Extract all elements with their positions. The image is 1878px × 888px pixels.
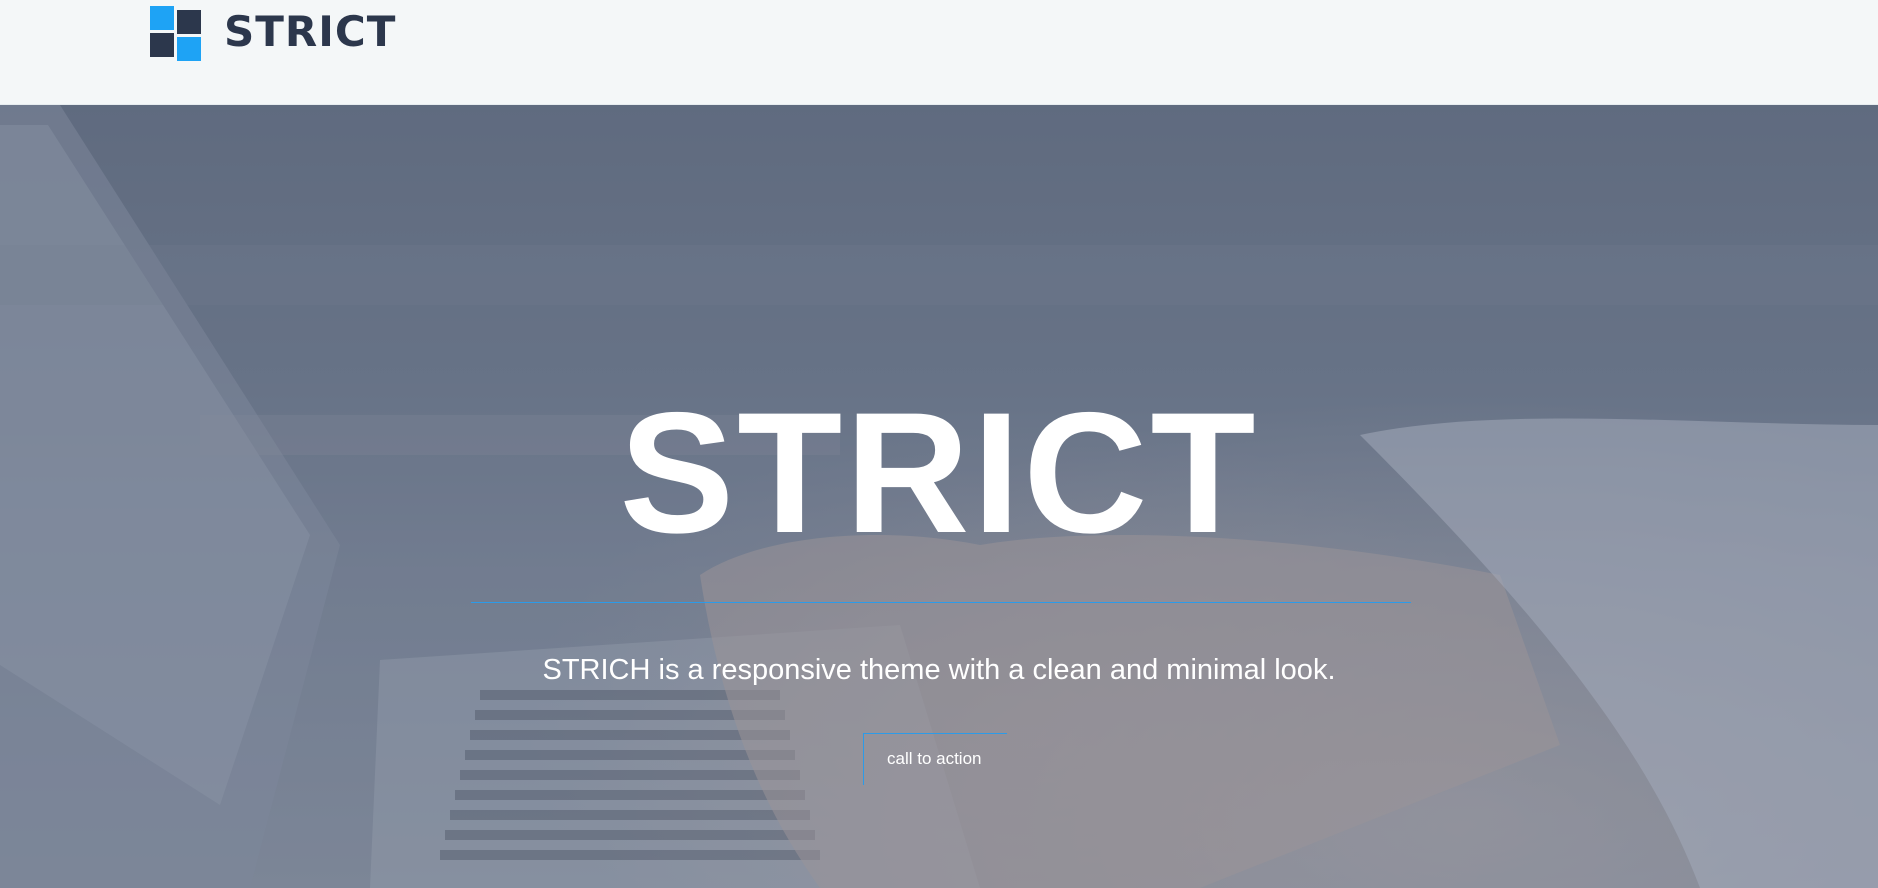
hero-title: STRICT <box>619 377 1259 569</box>
logo-text: STRICT <box>224 7 397 56</box>
logo-square-bottom-left <box>150 33 174 57</box>
hero-divider <box>471 602 1411 603</box>
logo-square-top-left <box>150 6 174 30</box>
logo-square-bottom-right <box>177 37 201 61</box>
call-to-action-button[interactable]: call to action <box>863 733 1007 785</box>
logo-square-top-right <box>177 10 201 34</box>
hero-subtitle: STRICH is a responsive theme with a clea… <box>542 654 1336 686</box>
site-logo[interactable]: STRICT <box>148 4 397 61</box>
logo-squares-icon <box>148 4 202 61</box>
hero-section: STRICT STRICH is a responsive theme with… <box>0 105 1878 888</box>
site-header: STRICT <box>0 0 1878 105</box>
